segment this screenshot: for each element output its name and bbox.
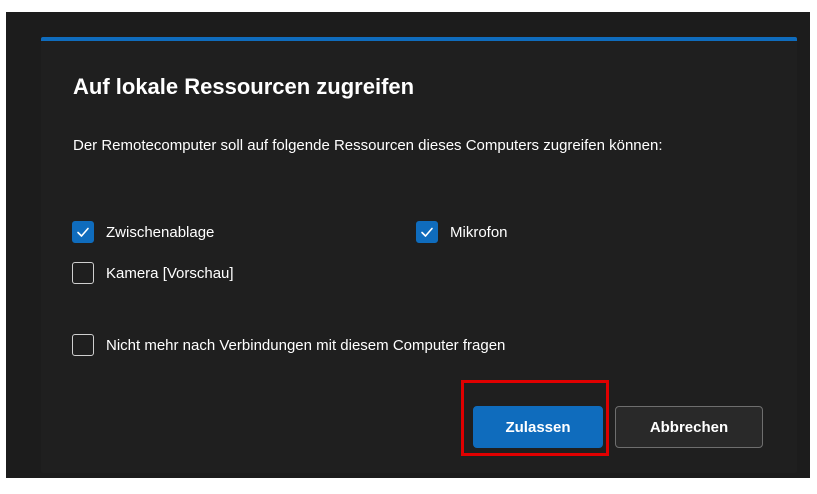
checkmark-icon — [421, 227, 433, 237]
clipboard-label: Zwischenablage — [106, 223, 215, 241]
dialog-description: Der Remotecomputer soll auf folgende Res… — [73, 137, 663, 154]
checkmark-icon — [77, 227, 89, 237]
microphone-option[interactable]: Mikrofon — [416, 221, 508, 243]
access-local-resources-dialog: Auf lokale Ressourcen zugreifen Der Remo… — [41, 37, 797, 473]
camera-checkbox[interactable] — [72, 262, 94, 284]
camera-option[interactable]: Kamera [Vorschau] — [72, 262, 234, 284]
cancel-button[interactable]: Abbrechen — [615, 406, 763, 448]
clipboard-option[interactable]: Zwischenablage — [72, 221, 214, 243]
dialog-title: Auf lokale Ressourcen zugreifen — [73, 74, 415, 99]
allow-button[interactable]: Zulassen — [473, 406, 603, 448]
microphone-label: Mikrofon — [450, 223, 508, 241]
dont-ask-again-option[interactable]: Nicht mehr nach Verbindungen mit diesem … — [72, 334, 505, 356]
dont-ask-again-label: Nicht mehr nach Verbindungen mit diesem … — [106, 336, 506, 354]
clipboard-checkbox[interactable] — [72, 221, 94, 243]
microphone-checkbox[interactable] — [416, 221, 438, 243]
camera-label: Kamera [Vorschau] — [106, 264, 234, 282]
dont-ask-again-checkbox[interactable] — [72, 334, 94, 356]
